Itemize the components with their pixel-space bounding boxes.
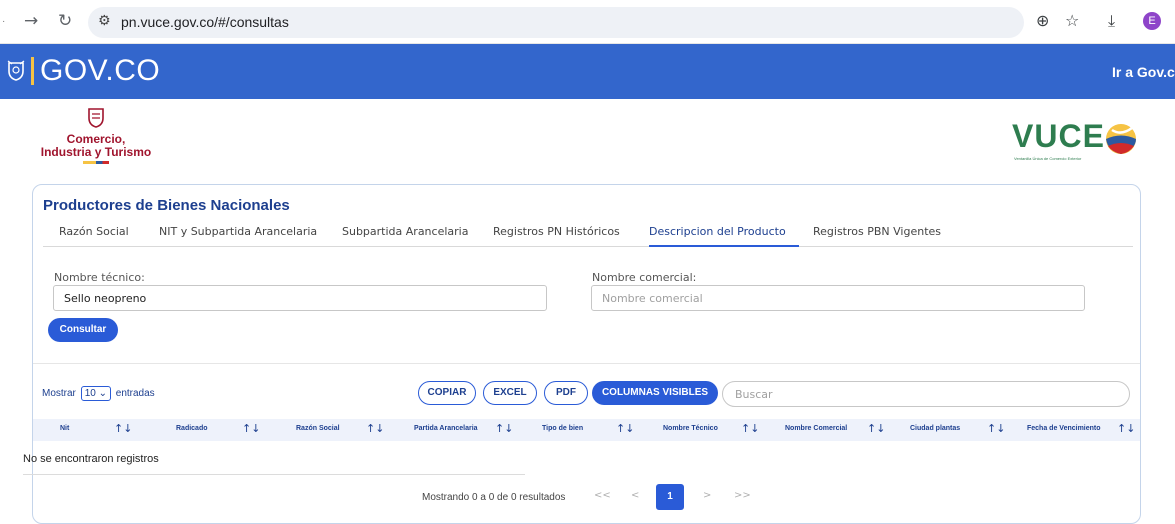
entries-select-value: 10	[84, 388, 96, 399]
chevron-down-icon: ⌄	[98, 388, 107, 399]
govco-logo[interactable]: GOV.CO	[40, 54, 160, 88]
tab-nit-subpartida[interactable]: NIT y Subpartida Arancelaria	[159, 225, 317, 238]
url-text[interactable]: pn.vuce.gov.co/#/consultas	[121, 14, 289, 30]
column-header-razon-social[interactable]: Razón Social	[296, 425, 340, 432]
tab-bar: Razón Social NIT y Subpartida Arancelari…	[43, 223, 1133, 247]
tab-registros-historicos[interactable]: Registros PN Históricos	[493, 225, 620, 238]
ministry-shield-icon	[88, 108, 104, 128]
sort-icon[interactable]: ↑↓	[1117, 422, 1135, 435]
last-page-button[interactable]: >>	[734, 490, 751, 501]
column-header-tipo-bien[interactable]: Tipo de bien	[542, 425, 583, 432]
excel-button[interactable]: EXCEL	[483, 381, 537, 405]
download-icon[interactable]: ⤓	[1108, 11, 1115, 31]
copiar-button[interactable]: COPIAR	[418, 381, 476, 405]
browser-toolbar: · → ↻ ⚙ pn.vuce.gov.co/#/consultas ⊕ ☆ ⤓…	[0, 0, 1175, 44]
column-header-nombre-comercial[interactable]: Nombre Comercial	[785, 425, 847, 432]
empty-row-divider	[23, 474, 525, 475]
sort-icon[interactable]: ↑↓	[114, 422, 132, 435]
sort-icon[interactable]: ↑↓	[242, 422, 260, 435]
nombre-comercial-label: Nombre comercial:	[592, 271, 697, 284]
sort-icon[interactable]: ↑↓	[495, 422, 513, 435]
table-search-input[interactable]: Buscar	[722, 381, 1130, 407]
vuce-logo-subtitle: Ventanilla Única de Comercio Exterior	[1014, 156, 1082, 161]
table-header: Nit ↑↓ Radicado ↑↓ Razón Social ↑↓ Parti…	[33, 419, 1140, 441]
pdf-button[interactable]: PDF	[544, 381, 588, 405]
sort-icon[interactable]: ↑↓	[366, 422, 384, 435]
column-header-fecha-vencimiento[interactable]: Fecha de Vencimiento	[1027, 425, 1101, 432]
ministry-logo[interactable]: Comercio, Industria y Turismo	[36, 106, 156, 176]
column-header-nit[interactable]: Nit	[60, 425, 69, 432]
colombia-seal-icon	[7, 60, 25, 81]
page-button-current[interactable]: 1	[656, 484, 684, 510]
vuce-globe-icon	[1106, 124, 1136, 154]
mostrar-label: Mostrar	[42, 388, 76, 399]
profile-avatar[interactable]: E	[1143, 12, 1161, 30]
tab-subpartida[interactable]: Subpartida Arancelaria	[342, 225, 468, 238]
site-settings-icon[interactable]: ⚙	[98, 13, 111, 29]
govco-bar: GOV.CO Ir a Gov.co	[0, 44, 1175, 99]
ir-a-govco-link[interactable]: Ir a Gov.co	[1112, 64, 1175, 80]
vuce-logo[interactable]: VUCE Ventanilla Única de Comercio Exteri…	[1012, 118, 1142, 168]
vuce-logo-text: VUCE	[1012, 118, 1105, 154]
column-header-radicado[interactable]: Radicado	[176, 425, 208, 432]
column-header-ciudad-plantas[interactable]: Ciudad plantas	[910, 425, 960, 432]
nombre-tecnico-label: Nombre técnico:	[54, 271, 145, 284]
next-page-button[interactable]: >	[703, 490, 711, 501]
address-bar[interactable]: ⚙ pn.vuce.gov.co/#/consultas	[88, 7, 1024, 38]
page-title: Productores de Bienes Nacionales	[43, 197, 290, 214]
active-tab-indicator	[649, 245, 799, 247]
zoom-icon[interactable]: ⊕	[1036, 11, 1049, 30]
entradas-label: entradas	[115, 388, 155, 399]
reload-icon[interactable]: ↻	[58, 11, 72, 31]
first-page-button[interactable]: <<	[594, 490, 611, 501]
entries-length-control: Mostrar 10 ⌄ entradas	[42, 386, 155, 401]
forward-icon[interactable]: →	[24, 11, 38, 31]
column-header-partida[interactable]: Partida Arancelaria	[414, 425, 478, 432]
consulta-card: Productores de Bienes Nacionales Razón S…	[23, 184, 1141, 524]
bookmark-star-icon[interactable]: ☆	[1065, 11, 1079, 30]
ministry-name-line2: Industria y Turismo	[40, 145, 152, 159]
colombia-flag-stripe	[83, 161, 109, 164]
section-divider	[33, 363, 1140, 364]
empty-table-message: No se encontraron registros	[23, 453, 159, 465]
entries-select[interactable]: 10 ⌄	[80, 386, 111, 401]
tab-registros-vigentes[interactable]: Registros PBN Vigentes	[813, 225, 941, 238]
tab-razon-social[interactable]: Razón Social	[59, 225, 129, 238]
sort-icon[interactable]: ↑↓	[741, 422, 759, 435]
sort-icon[interactable]: ↑↓	[616, 422, 634, 435]
columnas-visibles-button[interactable]: COLUMNAS VISIBLES	[592, 381, 718, 405]
nombre-tecnico-input[interactable]: Sello neopreno	[53, 285, 547, 311]
pagination-summary: Mostrando 0 a 0 de 0 resultados	[422, 492, 566, 503]
consultar-button[interactable]: Consultar	[48, 318, 118, 342]
sort-icon[interactable]: ↑↓	[867, 422, 885, 435]
window-dot: ·	[2, 16, 6, 27]
logo-divider	[31, 57, 34, 85]
previous-page-button[interactable]: <	[631, 490, 639, 501]
nombre-comercial-input[interactable]: Nombre comercial	[591, 285, 1085, 311]
column-header-nombre-tecnico[interactable]: Nombre Técnico	[663, 425, 718, 432]
tab-descripcion-producto[interactable]: Descripcion del Producto	[649, 225, 786, 238]
sort-icon[interactable]: ↑↓	[987, 422, 1005, 435]
